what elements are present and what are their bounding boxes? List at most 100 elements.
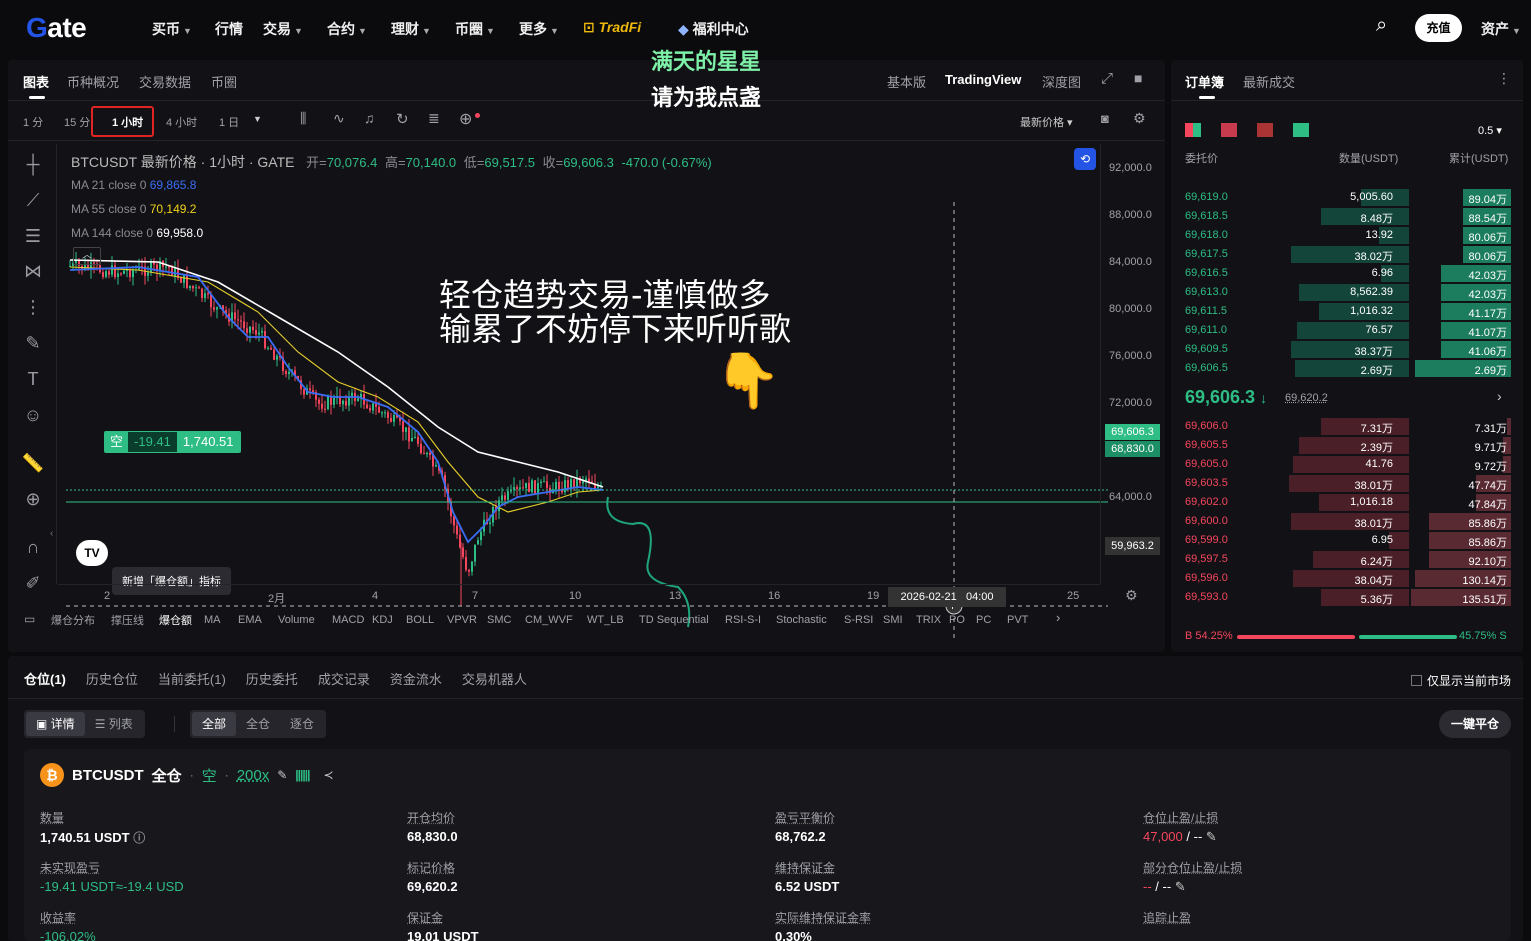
interval-4h[interactable]: 4 小时 [166, 114, 197, 130]
only-current-market-checkbox[interactable]: 仅显示当前市场 [1411, 672, 1511, 689]
ask-row[interactable]: 69,613.0 8,562.39 42.03万 [1179, 283, 1511, 302]
recharge-button[interactable]: 充值 [1415, 14, 1462, 42]
edit-icon[interactable]: ✎ [1175, 879, 1186, 894]
positions-tab-5[interactable]: 资金流水 [390, 669, 442, 688]
nav-buy-crypto[interactable]: 买币 ▼ [152, 19, 192, 39]
indicator-17[interactable]: SMI [883, 614, 916, 626]
ask-row[interactable]: 69,617.5 38.02万 80.06万 [1179, 245, 1511, 264]
filter-cross[interactable]: 全仓 [236, 712, 280, 736]
indicator-0[interactable]: 爆仓分布 [51, 612, 111, 628]
indicator-8[interactable]: BOLL [406, 614, 447, 626]
indicator-9[interactable]: VPVR [447, 614, 487, 626]
nav-trade[interactable]: 交易 ▼ [263, 19, 303, 39]
indicator-20[interactable]: PC [976, 614, 1007, 626]
more-arrow-icon[interactable]: › [1497, 388, 1502, 404]
indicator-18[interactable]: TRIX [916, 614, 949, 626]
search-icon[interactable]: ⌕ [1376, 14, 1387, 37]
bid-row[interactable]: 69,597.5 6.24万 92.10万 [1179, 550, 1511, 569]
trendline-icon[interactable]: ⟋ [20, 190, 46, 216]
bid-row[interactable]: 69,606.0 7.31万 7.31万 [1179, 417, 1511, 436]
settings-gear-icon[interactable]: ⚙ [1133, 110, 1146, 127]
view-bids-icon[interactable] [1293, 123, 1309, 137]
gate-logo[interactable]: Gate [26, 12, 86, 44]
interval-1m[interactable]: 1 分 [23, 114, 43, 130]
indicators-icon[interactable]: ∿ [333, 110, 345, 127]
interval-15m[interactable]: 15 分 [64, 114, 90, 130]
indicator-12[interactable]: WT_LB [587, 614, 639, 626]
view-list-button[interactable]: ☰ 列表 [85, 712, 143, 736]
fib-icon[interactable]: ☰ [20, 226, 46, 252]
share-icon[interactable]: ≺ [323, 768, 333, 782]
positions-tab-3[interactable]: 历史委托 [246, 669, 298, 688]
view-detail-button[interactable]: ▣ 详情 [26, 712, 85, 736]
tab-coin-overview[interactable]: 币种概况 [67, 72, 119, 91]
more-vertical-icon[interactable]: ⋮ [1497, 70, 1511, 87]
indicator-2[interactable]: 爆仓额 [159, 612, 204, 628]
view-basic[interactable]: 基本版 [887, 72, 926, 91]
leverage-label[interactable]: 200x [237, 767, 270, 784]
filter-all[interactable]: 全部 [192, 712, 236, 736]
tab-orderbook[interactable]: 订单簿 [1185, 72, 1224, 91]
sync-icon[interactable]: ⟲ [1074, 148, 1096, 170]
bid-row[interactable]: 69,596.0 38.04万 130.14万 [1179, 569, 1511, 588]
interval-1h[interactable]: 1 小时 [112, 114, 143, 130]
indicator-3[interactable]: MA [204, 614, 238, 626]
lock-drawing-icon[interactable]: ✐ [20, 573, 46, 599]
camera-icon[interactable]: ◙ [1101, 111, 1109, 126]
info-icon[interactable]: ⓘ [133, 831, 145, 845]
edit-icon[interactable]: ✎ [277, 768, 287, 782]
template-icon[interactable]: ≣ [428, 110, 440, 127]
tab-square[interactable]: 币圈 [211, 72, 237, 91]
bid-row[interactable]: 69,599.0 6.95 85.86万 [1179, 531, 1511, 550]
ask-row[interactable]: 69,611.0 76.57 41.07万 [1179, 321, 1511, 340]
crosshair-icon[interactable]: ┼ [20, 154, 46, 180]
expand-icon[interactable]: ⤢ [1101, 70, 1113, 87]
indicator-next-icon[interactable]: › [1056, 610, 1060, 625]
scroll-left-icon[interactable]: ‹ [50, 528, 53, 539]
view-both-icon[interactable] [1185, 123, 1201, 137]
price-type-select[interactable]: 最新价格 ▾ [1020, 114, 1073, 130]
zoom-icon[interactable]: ⊕ [20, 489, 46, 515]
positions-tab-6[interactable]: 交易机器人 [462, 669, 527, 688]
positions-tab-2[interactable]: 当前委托(1) [158, 669, 226, 688]
indicator-5[interactable]: Volume [278, 614, 332, 626]
view-asks-icon[interactable] [1221, 123, 1237, 137]
position-tag[interactable]: 空 -19.41 1,740.51 [104, 431, 241, 453]
indicator-13[interactable]: TD Sequential [639, 614, 725, 626]
layout-icon[interactable]: ■ [1134, 70, 1142, 86]
replay-icon[interactable]: ↻ [396, 110, 409, 128]
projection-icon[interactable]: ⋮ [20, 297, 46, 323]
brush-icon[interactable]: ✎ [20, 333, 46, 359]
nav-more[interactable]: 更多 ▼ [519, 19, 559, 39]
indicator-settings-icon[interactable]: ▭ [24, 612, 35, 626]
candle-type-icon[interactable]: ⫼ [300, 110, 306, 127]
text-icon[interactable]: T [20, 369, 46, 395]
ask-row[interactable]: 69,616.5 6.96 42.03万 [1179, 264, 1511, 283]
collapse-legend-button[interactable]: ︿ [73, 247, 101, 265]
ask-row[interactable]: 69,606.5 2.69万 2.69万 [1179, 359, 1511, 378]
ask-row[interactable]: 69,618.0 13.92 80.06万 [1179, 226, 1511, 245]
indicator-1[interactable]: 撑压线 [111, 612, 159, 628]
bid-row[interactable]: 69,605.5 2.39万 9.71万 [1179, 436, 1511, 455]
interval-dropdown-icon[interactable]: ▼ [253, 114, 262, 124]
ask-row[interactable]: 69,619.0 5,005.60 89.04万 [1179, 188, 1511, 207]
indicator-21[interactable]: PVT [1007, 614, 1039, 626]
indicator-10[interactable]: SMC [487, 614, 525, 626]
add-icon[interactable]: ⊕ [459, 109, 472, 129]
position-symbol[interactable]: BTCUSDT [72, 767, 144, 784]
chart-settings-icon[interactable]: ⚙ [1125, 587, 1138, 604]
nav-welfare[interactable]: ◆ 福利中心 [678, 19, 749, 39]
indicator-7[interactable]: KDJ [372, 614, 406, 626]
positions-tab-0[interactable]: 仓位(1) [24, 669, 66, 688]
bid-row[interactable]: 69,600.0 38.01万 85.86万 [1179, 512, 1511, 531]
alert-icon[interactable]: ♫ [364, 110, 375, 126]
nav-assets[interactable]: 资产 ▼ [1481, 19, 1521, 39]
indicator-16[interactable]: S-RSI [844, 614, 883, 626]
tab-trade-data[interactable]: 交易数据 [139, 72, 191, 91]
edit-icon[interactable]: ✎ [1206, 829, 1217, 844]
nav-futures[interactable]: 合约 ▼ [327, 19, 367, 39]
bid-row[interactable]: 69,603.5 38.01万 47.74万 [1179, 474, 1511, 493]
nav-markets[interactable]: 行情 [215, 19, 243, 39]
close-all-button[interactable]: 一键平仓 [1439, 710, 1511, 738]
interval-1d[interactable]: 1 日 [219, 114, 239, 130]
